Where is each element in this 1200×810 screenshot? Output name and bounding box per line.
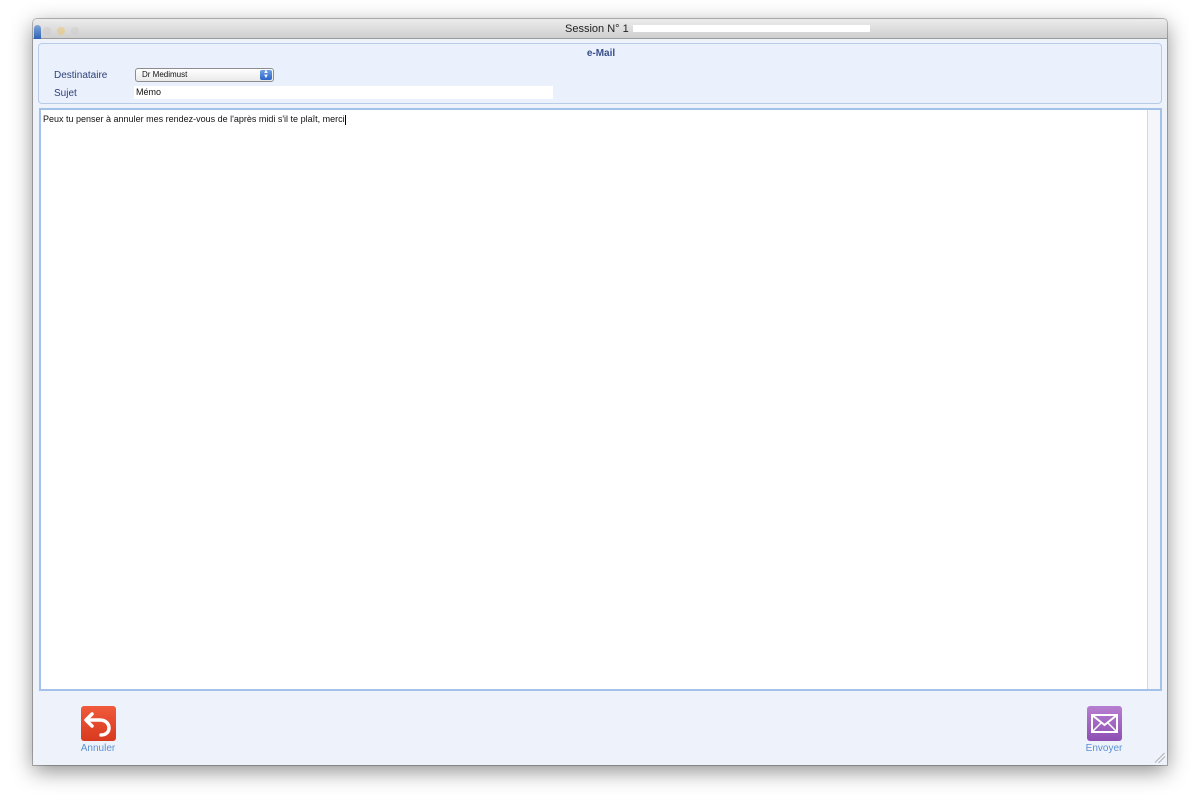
- close-window-icon[interactable]: [43, 27, 51, 35]
- message-body-text: Peux tu penser à annuler mes rendez-vous…: [43, 113, 346, 125]
- recipient-label: Destinataire: [54, 70, 108, 81]
- message-text: Peux tu penser à annuler mes rendez-vous…: [43, 114, 345, 124]
- recipient-select[interactable]: Dr Medimust ▲ ▼: [135, 68, 274, 82]
- cancel-button-label: Annuler: [80, 743, 116, 754]
- envelope-icon: [1086, 706, 1122, 741]
- send-button-label: Envoyer: [1085, 743, 1123, 754]
- email-window: Session N° 1 e-Mail Destinataire Dr Medi…: [33, 19, 1167, 765]
- panel-title: e-Mail: [586, 48, 616, 59]
- title-bar[interactable]: Session N° 1: [33, 19, 1167, 39]
- send-button[interactable]: Envoyer: [1074, 706, 1134, 755]
- window-corner-icon: [34, 25, 41, 39]
- zoom-window-icon[interactable]: [71, 27, 79, 35]
- email-header-panel: e-Mail Destinataire Dr Medimust ▲ ▼ Sujet…: [38, 43, 1162, 104]
- subject-label: Sujet: [54, 88, 77, 99]
- undo-arrow-icon: [80, 706, 116, 741]
- message-scrollbar[interactable]: [1147, 110, 1160, 689]
- resize-grip-icon[interactable]: [1155, 753, 1165, 763]
- cancel-button[interactable]: Annuler: [68, 706, 128, 755]
- window-title: Session N° 1: [565, 23, 629, 35]
- minimize-window-icon[interactable]: [57, 27, 65, 35]
- message-body-textarea[interactable]: Peux tu penser à annuler mes rendez-vous…: [39, 108, 1162, 691]
- title-highlight-strip: [633, 25, 870, 32]
- select-arrows-icon: ▲ ▼: [260, 69, 272, 80]
- recipient-selected-value: Dr Medimust: [142, 70, 188, 79]
- text-caret: [344, 114, 346, 125]
- subject-input[interactable]: Mémo: [134, 86, 553, 99]
- footer-toolbar: Annuler Envoyer: [33, 693, 1167, 765]
